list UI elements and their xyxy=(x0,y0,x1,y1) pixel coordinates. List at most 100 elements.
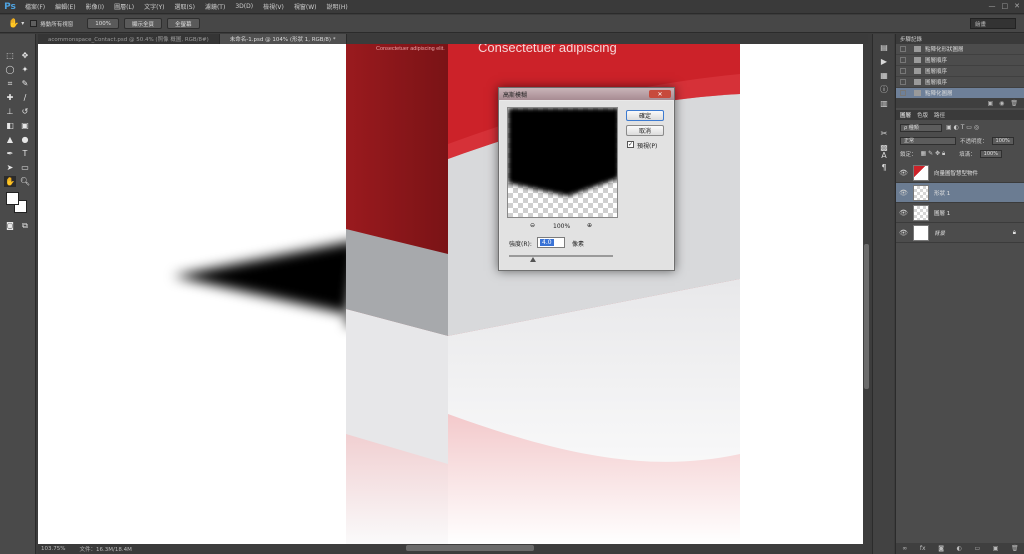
shape-tool-icon[interactable]: ▭ xyxy=(19,162,31,173)
pen-tool-icon[interactable]: ✒ xyxy=(4,148,16,159)
blur-tool-icon[interactable]: ▲ xyxy=(4,134,16,145)
layer-name[interactable]: 向量圖智慧型物件 xyxy=(934,169,978,177)
brush-panel-icon[interactable]: ▥ xyxy=(878,98,890,108)
new-layer-icon[interactable]: ▣ xyxy=(993,545,999,552)
tab-document-1[interactable]: acommonspace_Contact.psd @ 50.4% (照像 概圖,… xyxy=(38,34,220,44)
zoom-out-icon[interactable]: ⊖ xyxy=(530,222,535,229)
eye-icon[interactable]: 👁︎ xyxy=(899,229,909,237)
dialog-title-bar[interactable]: 高斯模糊 xyxy=(499,88,674,100)
eraser-tool-icon[interactable]: ◧ xyxy=(4,120,16,131)
tab-paths[interactable]: 路徑 xyxy=(934,111,945,119)
menu-image[interactable]: 影像(I) xyxy=(81,2,109,11)
layer-row-selected[interactable]: 👁︎ 形狀 1 xyxy=(896,183,1024,203)
history-item[interactable]: 圖層順序 xyxy=(896,66,1024,77)
mask-icon[interactable]: ◙ xyxy=(938,545,944,552)
menu-filter[interactable]: 濾鏡(T) xyxy=(200,2,230,11)
actions-panel-icon[interactable]: ▶ xyxy=(878,56,890,66)
character-panel-icon[interactable]: A xyxy=(878,150,890,160)
layer-name[interactable]: 圖層 1 xyxy=(934,209,950,217)
chevron-down-icon[interactable]: ▾ xyxy=(21,20,24,27)
preview-checkbox[interactable]: ✓ xyxy=(627,141,634,148)
marquee-tool-icon[interactable]: ⬚ xyxy=(4,50,16,61)
hand-tool-icon[interactable]: ✋ xyxy=(4,176,16,187)
tools-panel-icon[interactable]: ✂ xyxy=(878,128,890,138)
filter-icons[interactable]: ▣ ◐ T ▭ ◎ xyxy=(946,124,979,131)
paragraph-panel-icon[interactable]: ¶ xyxy=(878,162,890,172)
history-item[interactable]: 點陣化形狀圖層 xyxy=(896,44,1024,55)
zoom-100-button[interactable]: 100% xyxy=(87,18,119,29)
menu-edit[interactable]: 編輯(E) xyxy=(50,2,80,11)
history-brush-icon[interactable]: ↺ xyxy=(19,106,31,117)
eyedropper-tool-icon[interactable]: ✎ xyxy=(19,78,31,89)
swatches-panel-icon[interactable]: ▦ xyxy=(878,70,890,80)
type-tool-icon[interactable]: T xyxy=(19,148,31,159)
folder-icon[interactable]: ▭ xyxy=(974,545,980,552)
menu-file[interactable]: 檔案(F) xyxy=(20,2,50,11)
menu-help[interactable]: 說明(H) xyxy=(322,2,353,11)
foreground-color-swatch[interactable] xyxy=(6,192,19,205)
tab-document-2[interactable]: 未命名-1.psd @ 104% (形狀 1, RGB/8) * xyxy=(219,34,347,44)
screen-mode-icon[interactable]: ⧉ xyxy=(19,220,31,231)
lasso-tool-icon[interactable]: ◯ xyxy=(4,64,16,75)
layer-filter-select[interactable]: ρ 種類 xyxy=(900,123,942,132)
history-panel-icon[interactable]: ▤ xyxy=(878,42,890,52)
ok-button[interactable]: 確定 xyxy=(626,110,664,121)
minimize-icon[interactable]: — xyxy=(989,2,996,10)
blur-preview[interactable] xyxy=(507,107,618,218)
zoom-readout[interactable]: 103.75% xyxy=(41,546,65,552)
eye-icon[interactable]: 👁︎ xyxy=(899,209,909,217)
link-icon[interactable]: ∞ xyxy=(902,545,907,552)
zoom-in-icon[interactable]: ⊕ xyxy=(587,222,592,229)
dodge-tool-icon[interactable]: ● xyxy=(19,134,31,145)
workspace-select[interactable]: 繪畫 xyxy=(970,18,1016,29)
menu-3d[interactable]: 3D(D) xyxy=(230,3,258,10)
layer-row[interactable]: 👁︎ 圖層 1 xyxy=(896,203,1024,223)
scroll-all-checkbox[interactable] xyxy=(30,20,38,27)
hand-tool-preset-icon[interactable]: ✋ xyxy=(8,19,19,29)
layer-name[interactable]: 形狀 1 xyxy=(934,189,950,197)
new-document-icon[interactable]: ▣ xyxy=(987,100,993,107)
radius-input[interactable]: 4.0 xyxy=(537,237,565,248)
tab-layers[interactable]: 圖層 xyxy=(900,111,911,119)
history-item[interactable]: 圖層順序 xyxy=(896,55,1024,66)
fill-screen-button[interactable]: 全螢幕 xyxy=(167,18,200,29)
trash-icon[interactable]: 🗑︎ xyxy=(1010,100,1018,107)
history-item[interactable]: 圖層順序 xyxy=(896,77,1024,88)
menu-layer[interactable]: 圖層(L) xyxy=(109,2,139,11)
blend-mode-select[interactable]: 正常 xyxy=(900,136,956,145)
trash-icon[interactable]: 🗑︎ xyxy=(1011,545,1019,552)
close-icon[interactable]: ✕ xyxy=(1014,2,1020,10)
vertical-scroll-thumb[interactable] xyxy=(864,244,869,389)
tab-history[interactable]: 步驟記錄 xyxy=(900,35,922,43)
cancel-button[interactable]: 取消 xyxy=(626,125,664,136)
horizontal-scrollbar[interactable] xyxy=(170,544,863,552)
eye-icon[interactable]: 👁︎ xyxy=(899,169,909,177)
camera-icon[interactable]: ◉ xyxy=(999,100,1004,107)
maximize-icon[interactable]: □ xyxy=(1002,2,1009,10)
stamp-tool-icon[interactable]: ⊥ xyxy=(4,106,16,117)
layer-row[interactable]: 👁︎ 背景 🔒︎ xyxy=(896,223,1024,243)
crop-tool-icon[interactable]: ⌗ xyxy=(4,78,16,89)
fx-icon[interactable]: fx xyxy=(920,545,926,552)
brush-tool-icon[interactable]: ∕ xyxy=(19,92,31,103)
lock-icons[interactable]: ▦ ✎ ✥ 🔒︎ xyxy=(921,150,946,158)
path-selection-icon[interactable]: ➤ xyxy=(4,162,16,173)
info-panel-icon[interactable]: ⓘ xyxy=(878,84,890,94)
opacity-input[interactable]: 100% xyxy=(991,136,1014,145)
magic-wand-tool-icon[interactable]: ✦ xyxy=(19,64,31,75)
radius-slider-track[interactable] xyxy=(509,255,613,257)
move-tool-icon[interactable]: ✥ xyxy=(19,50,31,61)
gradient-tool-icon[interactable]: ▣ xyxy=(19,120,31,131)
menu-select[interactable]: 選取(S) xyxy=(169,2,200,11)
menu-window[interactable]: 視窗(W) xyxy=(289,2,322,11)
zoom-tool-icon[interactable]: 🔍︎ xyxy=(19,176,31,187)
adjustment-icon[interactable]: ◐ xyxy=(957,545,962,552)
eye-icon[interactable]: 👁︎ xyxy=(899,189,909,197)
horizontal-scroll-thumb[interactable] xyxy=(406,545,534,551)
fill-input[interactable]: 100% xyxy=(979,149,1002,158)
layer-name[interactable]: 背景 xyxy=(934,229,945,237)
quick-mask-icon[interactable]: ◙ xyxy=(4,220,16,231)
history-item-selected[interactable]: 點陣化圖層 xyxy=(896,88,1024,99)
dialog-close-button[interactable]: ✕ xyxy=(649,90,671,98)
fit-screen-button[interactable]: 顯示全頁 xyxy=(123,18,162,29)
